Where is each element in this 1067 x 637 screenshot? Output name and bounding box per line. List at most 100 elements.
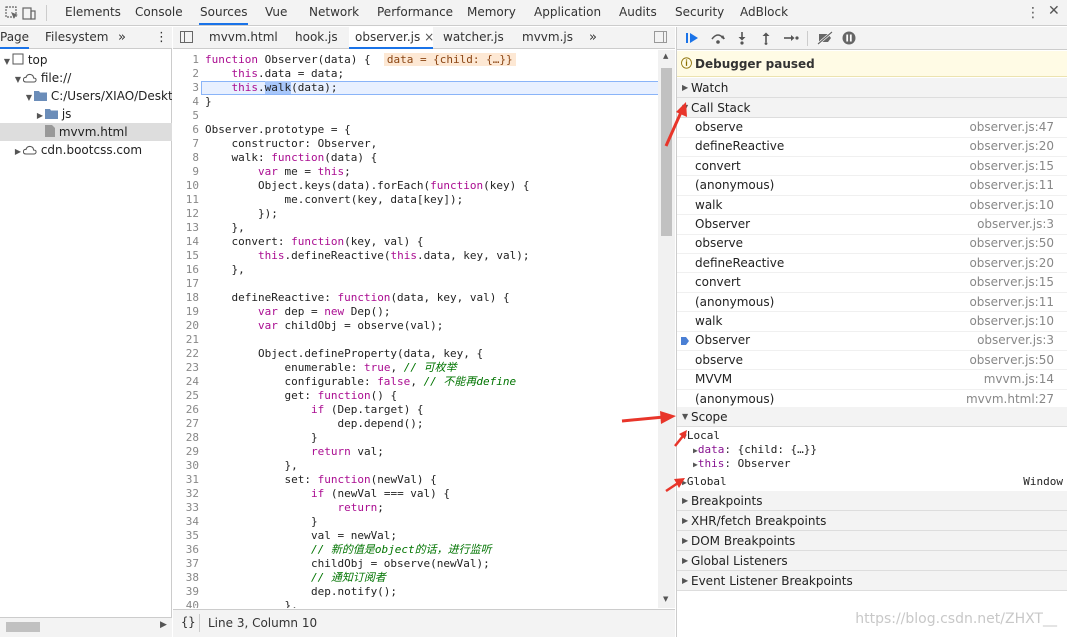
code-line[interactable]: // 新的值是object的话，进行监听 [205, 543, 492, 557]
code-line[interactable]: }, [205, 263, 244, 277]
line-number[interactable]: 13 [173, 221, 199, 235]
code-line[interactable]: if (Dep.target) { [205, 403, 424, 417]
code-line[interactable]: enumerable: true, // 可枚举 [205, 361, 456, 375]
section-xhr-breakpoints[interactable]: ▶ XHR/fetch Breakpoints [677, 511, 1067, 531]
editor-tab-hook-js[interactable]: hook.js [293, 27, 340, 48]
code-line[interactable]: return; [205, 501, 383, 515]
call-frame[interactable]: (anonymous) observer.js:11 [677, 176, 1067, 196]
chevron-right-icon[interactable]: ▶ [35, 107, 45, 123]
code-line[interactable]: }, [205, 599, 297, 608]
chevron-right-icon[interactable]: ▶ [13, 143, 23, 159]
line-number[interactable]: 25 [173, 389, 199, 403]
code-line[interactable]: }, [205, 221, 244, 235]
call-frame[interactable]: Observer observer.js:3 [677, 331, 1067, 351]
code-line[interactable]: dep.depend(); [205, 417, 423, 431]
scroll-thumb[interactable] [6, 622, 40, 632]
line-number[interactable]: 3 [173, 81, 199, 95]
code-line[interactable]: get: function() { [205, 389, 397, 403]
tab-elements[interactable]: Elements [64, 0, 122, 25]
line-number[interactable]: 40 [173, 599, 199, 608]
line-number[interactable]: 15 [173, 249, 199, 263]
line-number[interactable]: 37 [173, 557, 199, 571]
pause-on-exceptions-icon[interactable] [842, 31, 856, 45]
line-number[interactable]: 34 [173, 515, 199, 529]
line-number[interactable]: 5 [173, 109, 199, 123]
chevron-down-icon[interactable]: ▼ [13, 71, 23, 87]
close-tab-icon[interactable]: × [424, 30, 434, 44]
call-frame[interactable]: MVVM mvvm.js:14 [677, 370, 1067, 390]
line-number[interactable]: 28 [173, 431, 199, 445]
toggle-navigator-icon[interactable] [180, 31, 193, 43]
code-line[interactable]: function Observer(data) { data = {child:… [205, 53, 516, 67]
close-devtools-icon[interactable]: ✕ [1048, 3, 1060, 19]
tree-item[interactable]: ▶ js [0, 105, 172, 123]
tab-vue[interactable]: Vue [264, 0, 288, 25]
tree-item[interactable]: mvvm.html [0, 123, 172, 141]
code-line[interactable]: this.data = data; [205, 67, 345, 81]
resume-icon[interactable] [685, 31, 701, 45]
tree-item[interactable]: ▼ file:// [0, 69, 172, 87]
line-number[interactable]: 11 [173, 193, 199, 207]
navigator-hscroll[interactable]: ▶ [0, 617, 172, 637]
step-over-icon[interactable] [710, 31, 726, 45]
line-number[interactable]: 16 [173, 263, 199, 277]
scope-prop[interactable]: ▶this: Observer [693, 457, 791, 471]
code-line[interactable]: constructor: Observer, [205, 137, 377, 151]
chevron-down-icon[interactable]: ▼ [24, 89, 34, 105]
tree-item[interactable]: ▼ top [0, 51, 172, 69]
code-line[interactable]: this.walk(data); [205, 81, 337, 95]
step-icon[interactable] [783, 31, 799, 45]
scroll-down-icon[interactable]: ▼ [663, 595, 668, 603]
line-number[interactable]: 2 [173, 67, 199, 81]
chevron-down-icon[interactable]: ▼ [2, 53, 12, 69]
line-number[interactable]: 26 [173, 403, 199, 417]
scroll-up-icon[interactable]: ▲ [663, 52, 668, 60]
call-frame[interactable]: convert observer.js:15 [677, 273, 1067, 293]
editor-tab-mvvm-js[interactable]: mvvm.js [520, 27, 575, 48]
code-line[interactable]: } [205, 431, 318, 445]
line-number[interactable]: 1 [173, 53, 199, 67]
kebab-menu-icon[interactable]: ⋮ [1026, 5, 1040, 21]
tab-console[interactable]: Console [134, 0, 184, 25]
code-line[interactable]: var me = this; [205, 165, 351, 179]
code-line[interactable]: }); [205, 207, 278, 221]
step-into-icon[interactable] [735, 31, 749, 45]
line-number[interactable]: 12 [173, 207, 199, 221]
line-number[interactable]: 9 [173, 165, 199, 179]
code-line[interactable]: Observer.prototype = { [205, 123, 351, 137]
line-number[interactable]: 7 [173, 137, 199, 151]
code-editor[interactable]: 1 function Observer(data) { data = {child… [173, 50, 675, 608]
code-line[interactable]: convert: function(key, val) { [205, 235, 423, 249]
scroll-right-icon[interactable]: ▶ [160, 620, 167, 630]
code-line[interactable]: if (newVal === val) { [205, 487, 450, 501]
code-line[interactable]: Object.defineProperty(data, key, { [205, 347, 483, 361]
call-frame[interactable]: walk observer.js:10 [677, 312, 1067, 332]
call-frame[interactable]: observe observer.js:50 [677, 234, 1067, 254]
line-number[interactable]: 6 [173, 123, 199, 137]
section-watch[interactable]: ▶ Watch [677, 78, 1067, 98]
section-breakpoints[interactable]: ▶ Breakpoints [677, 491, 1067, 511]
code-line[interactable]: var dep = new Dep(); [205, 305, 390, 319]
tab-security[interactable]: Security [674, 0, 725, 25]
section-event-listener-breakpoints[interactable]: ▶ Event Listener Breakpoints [677, 571, 1067, 591]
code-line[interactable]: val = newVal; [205, 529, 397, 543]
line-number[interactable]: 8 [173, 151, 199, 165]
tree-item[interactable]: ▼ C:/Users/XIAO/Desktop/ [0, 87, 172, 105]
line-number[interactable]: 14 [173, 235, 199, 249]
section-call-stack[interactable]: ▼Call Stack [677, 98, 1067, 118]
line-number[interactable]: 19 [173, 305, 199, 319]
line-number[interactable]: 24 [173, 375, 199, 389]
line-number[interactable]: 36 [173, 543, 199, 557]
section-global-listeners[interactable]: ▶ Global Listeners [677, 551, 1067, 571]
code-line[interactable]: // 通知订阅者 [205, 571, 386, 585]
scope-global[interactable]: ▶Global Window [682, 475, 1067, 489]
code-line[interactable]: Object.keys(data).forEach(function(key) … [205, 179, 530, 193]
tab-sources[interactable]: Sources [199, 0, 249, 25]
code-line[interactable]: defineReactive: function(data, key, val)… [205, 291, 509, 305]
line-number[interactable]: 33 [173, 501, 199, 515]
line-number[interactable]: 39 [173, 585, 199, 599]
call-frame[interactable]: walk observer.js:10 [677, 196, 1067, 216]
tab-application[interactable]: Application [533, 0, 602, 25]
code-line[interactable]: set: function(newVal) { [205, 473, 436, 487]
pretty-print-icon[interactable]: {} [181, 615, 195, 629]
